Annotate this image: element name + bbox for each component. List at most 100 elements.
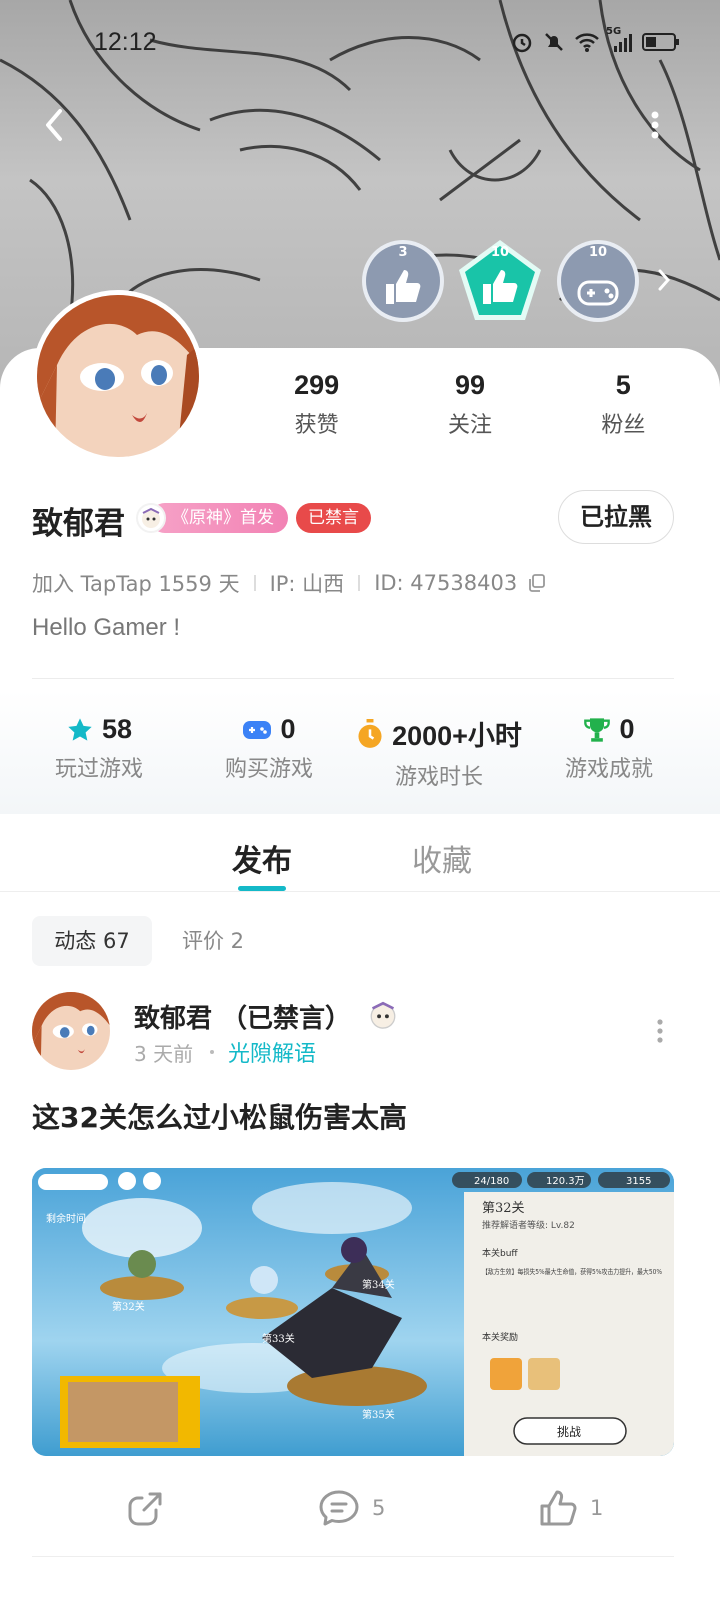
resource-3: 3155 xyxy=(626,1176,651,1187)
achievements-label: 游戏成就 xyxy=(564,757,653,782)
post-more-button[interactable] xyxy=(650,1018,670,1044)
meta-divider xyxy=(253,575,256,591)
profile-meta: 加入 TapTap 1559 天 IP: 山西 ID: 47538403 xyxy=(32,568,547,598)
gamepad-icon xyxy=(243,720,272,739)
back-button[interactable] xyxy=(36,105,76,145)
likes-count: 299 xyxy=(294,370,340,400)
level-title: 第32关 xyxy=(482,1201,525,1216)
likes-label: 获赞 xyxy=(294,413,339,438)
user-bio: Hello Gamer ! xyxy=(32,614,181,641)
play-time-label: 游戏时长 xyxy=(394,765,483,790)
stage-label: 第32关 xyxy=(112,1300,145,1313)
battery-icon xyxy=(642,31,680,57)
buff-title: 本关buff xyxy=(482,1247,518,1259)
blocked-button[interactable]: 已拉黑 xyxy=(558,490,674,544)
ip-location: IP: 山西 xyxy=(269,572,345,596)
muted-status-badge: 已禁言 xyxy=(296,503,371,533)
followers-count: 5 xyxy=(615,370,631,400)
badge-number: 3 xyxy=(398,245,408,260)
played-games-stat[interactable]: 58 玩过游戏 xyxy=(14,714,184,783)
network-type: 5G xyxy=(606,25,622,37)
countdown-text: 剩余时间 xyxy=(46,1212,86,1225)
play-time-stat[interactable]: 2000+小时 游戏时长 xyxy=(354,714,524,791)
meta-dot xyxy=(210,1050,214,1054)
post-time: 3 天前 xyxy=(134,1042,194,1066)
play-time-value: 2000+小时 xyxy=(392,721,522,751)
vertical-dots-icon xyxy=(651,111,659,139)
stopwatch-icon xyxy=(358,718,382,748)
badge-item[interactable]: 3 xyxy=(360,238,446,324)
divider xyxy=(32,678,674,679)
avatar xyxy=(37,295,199,457)
divider xyxy=(32,1556,674,1557)
active-tab-indicator xyxy=(238,886,286,891)
mute-bell-icon xyxy=(542,30,566,58)
followers-stat[interactable]: 5 粉丝 xyxy=(547,370,700,439)
comment-button[interactable]: 5 xyxy=(318,1484,385,1532)
stage-label: 第35关 xyxy=(362,1408,395,1421)
resource-2: 120.3万 xyxy=(546,1176,585,1187)
comment-count: 5 xyxy=(372,1496,386,1520)
badges-more-button[interactable] xyxy=(652,265,676,295)
meta-divider xyxy=(358,575,361,591)
user-id: ID: 47538403 xyxy=(374,571,518,595)
post-actions: 5 1 xyxy=(0,1484,720,1532)
share-button[interactable] xyxy=(126,1484,178,1532)
post-title[interactable]: 这32关怎么过小松鼠伤害太高 xyxy=(32,1096,407,1136)
played-games-count: 58 xyxy=(101,714,133,744)
user-name: 致郁君 xyxy=(32,506,125,542)
challenge-button: 挑战 xyxy=(557,1425,581,1439)
bought-games-label: 购买游戏 xyxy=(224,757,313,782)
bought-games-stat[interactable]: 0 购买游戏 xyxy=(184,714,354,783)
genshin-paimon-icon xyxy=(136,503,166,533)
badge-number: 10 xyxy=(490,245,510,260)
recommend-level: 推荐解语者等级: Lv.82 xyxy=(482,1219,575,1231)
trophy-icon xyxy=(584,717,611,742)
joined-days: 加入 TapTap 1559 天 xyxy=(32,572,240,596)
bought-games-count: 0 xyxy=(280,714,296,744)
more-options-button[interactable] xyxy=(640,105,670,145)
badge-item[interactable]: 10 xyxy=(555,238,641,324)
profile-avatar[interactable] xyxy=(32,290,204,462)
social-stats: 299 获赞 99 关注 5 粉丝 xyxy=(240,370,700,439)
badge-list[interactable]: 3 10 10 xyxy=(360,238,700,324)
genshin-paimon-icon xyxy=(366,998,400,1032)
buff-text: 【敌方生效】每损失5%最大生命值，获得5%攻击力提升，最大50% xyxy=(482,1267,662,1276)
thumb-up-icon xyxy=(540,1490,577,1526)
content-tabs: 发布 收藏 xyxy=(0,814,720,892)
tab-favorites[interactable]: 收藏 xyxy=(412,836,472,880)
signal-icon: 5G xyxy=(606,26,634,57)
vertical-dots-icon xyxy=(657,1019,663,1043)
badge-item[interactable]: 10 xyxy=(457,238,543,324)
share-icon xyxy=(128,1492,162,1526)
tab-publish[interactable]: 发布 xyxy=(232,836,292,880)
genshin-tag[interactable]: 《原神》首发 xyxy=(150,503,288,533)
alarm-icon xyxy=(510,30,534,58)
reward-title: 本关奖励 xyxy=(482,1331,518,1343)
post-author-avatar[interactable] xyxy=(32,992,110,1070)
post-author-name[interactable]: 致郁君 （已禁言） xyxy=(134,998,351,1035)
following-label: 关注 xyxy=(447,413,492,438)
likes-stat[interactable]: 299 获赞 xyxy=(240,370,393,439)
like-count: 1 xyxy=(590,1496,604,1520)
achievements-stat[interactable]: 0 游戏成就 xyxy=(524,714,694,783)
post-game-link[interactable]: 光隙解语 xyxy=(228,1036,316,1068)
like-button[interactable]: 1 xyxy=(538,1484,603,1532)
followers-label: 粉丝 xyxy=(601,413,646,438)
wifi-icon xyxy=(574,31,600,57)
stage-label: 第33关 xyxy=(262,1332,295,1345)
copy-icon[interactable] xyxy=(527,573,547,593)
status-time: 12:12 xyxy=(94,28,157,56)
star-icon xyxy=(68,717,92,741)
following-stat[interactable]: 99 关注 xyxy=(393,370,546,439)
comment-icon xyxy=(319,1490,359,1526)
stage-label: 第34关 xyxy=(362,1278,395,1291)
subtab-dynamic[interactable]: 动态 67 xyxy=(32,916,152,966)
post-image[interactable]: 24/180 120.3万 3155 剩余时间 第32关 第33关 第34关 第… xyxy=(32,1168,674,1456)
status-icons: 5G xyxy=(510,26,680,58)
game-screenshot: 24/180 120.3万 3155 剩余时间 第32关 第33关 第34关 第… xyxy=(32,1168,674,1456)
played-games-label: 玩过游戏 xyxy=(54,757,143,782)
following-count: 99 xyxy=(454,370,486,400)
subtab-reviews[interactable]: 评价 2 xyxy=(182,916,244,966)
chevron-right-icon xyxy=(658,269,671,291)
